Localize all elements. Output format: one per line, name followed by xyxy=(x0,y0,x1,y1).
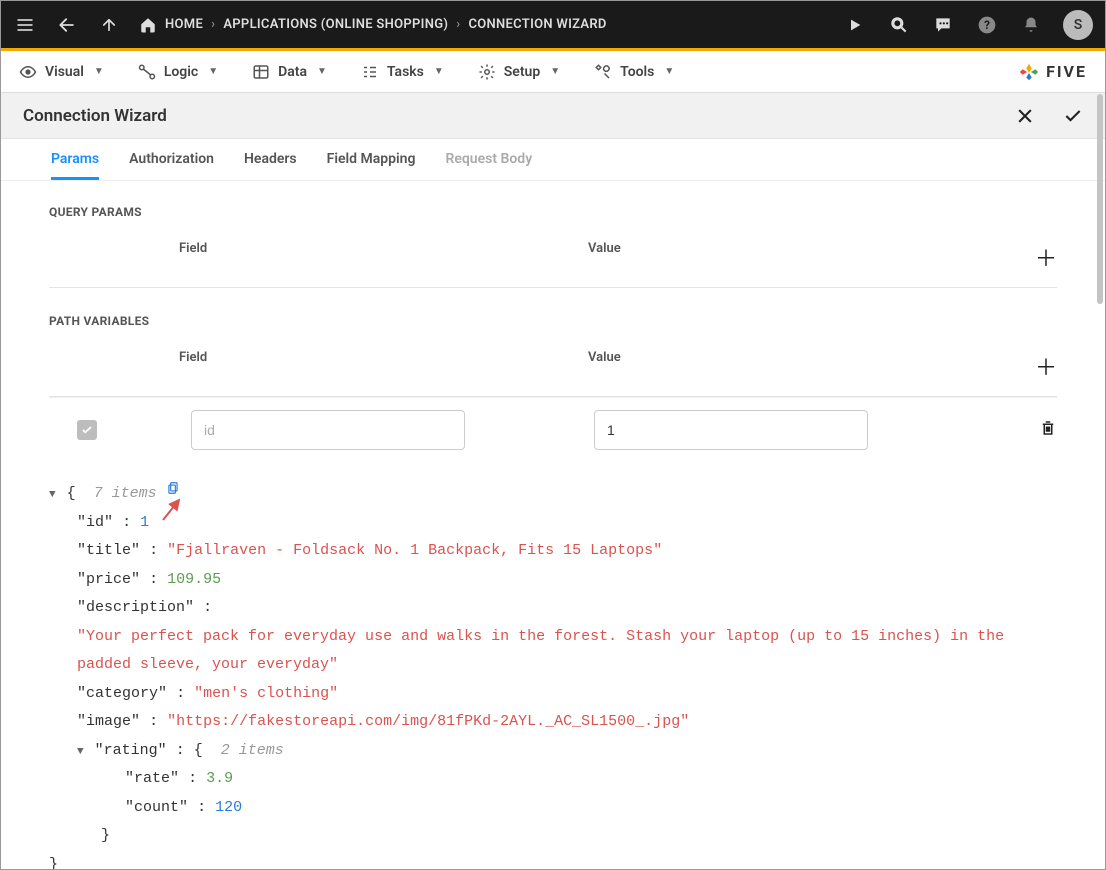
json-field-count: "count" : 120 xyxy=(49,794,1057,823)
json-brace-close: } xyxy=(49,851,1057,870)
column-value: Value xyxy=(588,241,997,273)
copy-icon[interactable] xyxy=(166,478,180,492)
json-field-title: "title" : "Fjallraven - Foldsack No. 1 B… xyxy=(49,537,1057,566)
caret-down-icon: ▼ xyxy=(664,66,674,77)
menu-label: Tools xyxy=(620,64,654,80)
json-meta: 2 items xyxy=(221,742,284,759)
path-value-input[interactable] xyxy=(594,410,868,450)
close-icon[interactable] xyxy=(1015,106,1035,126)
breadcrumb-home[interactable]: HOME xyxy=(165,17,203,32)
play-icon[interactable] xyxy=(843,13,867,37)
json-meta: 7 items xyxy=(94,485,157,502)
breadcrumb: HOME › APPLICATIONS (ONLINE SHOPPING) › … xyxy=(139,16,607,34)
brand-logo: FIVE xyxy=(1018,61,1087,83)
avatar[interactable]: S xyxy=(1063,10,1093,40)
caret-down-icon: ▼ xyxy=(94,66,104,77)
json-field-price: "price" : 109.95 xyxy=(49,566,1057,595)
menu-label: Logic xyxy=(164,64,198,80)
tab-field-mapping[interactable]: Field Mapping xyxy=(327,151,416,180)
menu-tasks[interactable]: Tasks ▼ xyxy=(361,63,444,81)
path-variables-header: Field Value ＋ xyxy=(49,344,1057,397)
bell-icon[interactable] xyxy=(1019,13,1043,37)
eye-icon xyxy=(19,63,37,81)
column-field: Field xyxy=(179,350,588,382)
menu-data[interactable]: Data ▼ xyxy=(252,63,327,81)
menu-label: Setup xyxy=(504,64,540,80)
scrollbar-thumb[interactable] xyxy=(1097,94,1103,304)
add-path-variable-button[interactable]: ＋ xyxy=(997,350,1057,382)
menu-tools[interactable]: Tools ▼ xyxy=(594,63,674,81)
caret-down-icon: ▼ xyxy=(434,66,444,77)
breadcrumb-wizard[interactable]: CONNECTION WIZARD xyxy=(468,17,606,32)
trash-icon xyxy=(1039,419,1057,437)
menu-label: Data xyxy=(278,64,307,80)
tasks-icon xyxy=(361,63,379,81)
json-field-description: "description" : "Your perfect pack for e… xyxy=(49,594,1057,680)
menubar: Visual ▼ Logic ▼ Data ▼ Tasks ▼ Setup ▼ Tools… xyxy=(1,51,1105,93)
menu-setup[interactable]: Setup ▼ xyxy=(478,63,560,81)
check-icon xyxy=(80,423,94,437)
path-variables-label: PATH VARIABLES xyxy=(49,314,1057,328)
confirm-check-icon[interactable] xyxy=(1063,106,1083,126)
content-area: QUERY PARAMS Field Value ＋ PATH VARIABLE… xyxy=(1,181,1105,869)
chat-icon[interactable] xyxy=(931,13,955,37)
column-field: Field xyxy=(179,241,588,273)
row-checkbox[interactable] xyxy=(77,420,97,440)
collapse-caret-icon[interactable]: ▼ xyxy=(77,742,84,763)
json-field-category: "category" : "men's clothing" xyxy=(49,680,1057,709)
table-icon xyxy=(252,63,270,81)
chevron-right-icon: › xyxy=(456,17,460,32)
query-params-label: QUERY PARAMS xyxy=(49,205,1057,219)
menu-visual[interactable]: Visual ▼ xyxy=(19,63,104,81)
panel-title: Connection Wizard xyxy=(23,106,1015,126)
panel-header: Connection Wizard xyxy=(1,93,1105,139)
menu-label: Tasks xyxy=(387,64,424,80)
logic-icon xyxy=(138,63,156,81)
path-field-input[interactable] xyxy=(191,410,465,450)
menu-logic[interactable]: Logic ▼ xyxy=(138,63,218,81)
menu-label: Visual xyxy=(45,64,84,80)
caret-down-icon: ▼ xyxy=(208,66,218,77)
chevron-right-icon: › xyxy=(211,17,215,32)
query-params-header: Field Value ＋ xyxy=(49,235,1057,288)
delete-row-button[interactable] xyxy=(1039,419,1057,441)
svg-text:?: ? xyxy=(984,18,990,32)
tab-authorization[interactable]: Authorization xyxy=(129,151,214,180)
top-nav-bar: HOME › APPLICATIONS (ONLINE SHOPPING) › … xyxy=(1,1,1105,51)
back-icon[interactable] xyxy=(55,13,79,37)
home-icon[interactable] xyxy=(139,16,157,34)
json-field-image: "image" : "https://fakestoreapi.com/img/… xyxy=(49,708,1057,737)
tab-request-body: Request Body xyxy=(445,151,532,180)
gear-icon xyxy=(478,63,496,81)
path-variable-row xyxy=(49,397,1057,462)
up-icon[interactable] xyxy=(97,13,121,37)
json-brace-close: } xyxy=(49,822,1057,851)
avatar-initial: S xyxy=(1074,17,1083,33)
column-value: Value xyxy=(588,350,997,382)
caret-down-icon: ▼ xyxy=(550,66,560,77)
brand-text: FIVE xyxy=(1046,62,1087,81)
caret-down-icon: ▼ xyxy=(317,66,327,77)
json-field-rate: "rate" : 3.9 xyxy=(49,765,1057,794)
search-icon[interactable] xyxy=(887,13,911,37)
help-icon[interactable]: ? xyxy=(975,13,999,37)
collapse-caret-icon[interactable]: ▼ xyxy=(49,485,56,506)
json-root[interactable]: ▼ { 7 items xyxy=(49,480,1057,509)
tabs: Params Authorization Headers Field Mappi… xyxy=(1,139,1105,181)
tab-params[interactable]: Params xyxy=(51,151,99,180)
breadcrumb-apps[interactable]: APPLICATIONS (ONLINE SHOPPING) xyxy=(223,17,448,32)
five-logo-icon xyxy=(1018,61,1040,83)
json-field-rating[interactable]: ▼ "rating" : { 2 items xyxy=(49,737,1057,766)
hamburger-icon[interactable] xyxy=(13,13,37,37)
json-response-viewer: ▼ { 7 items "id" : 1 "title" : "Fjallrav… xyxy=(49,480,1057,869)
json-field-id: "id" : 1 xyxy=(49,509,1057,538)
tools-icon xyxy=(594,63,612,81)
tab-headers[interactable]: Headers xyxy=(244,151,297,180)
add-query-param-button[interactable]: ＋ xyxy=(997,241,1057,273)
